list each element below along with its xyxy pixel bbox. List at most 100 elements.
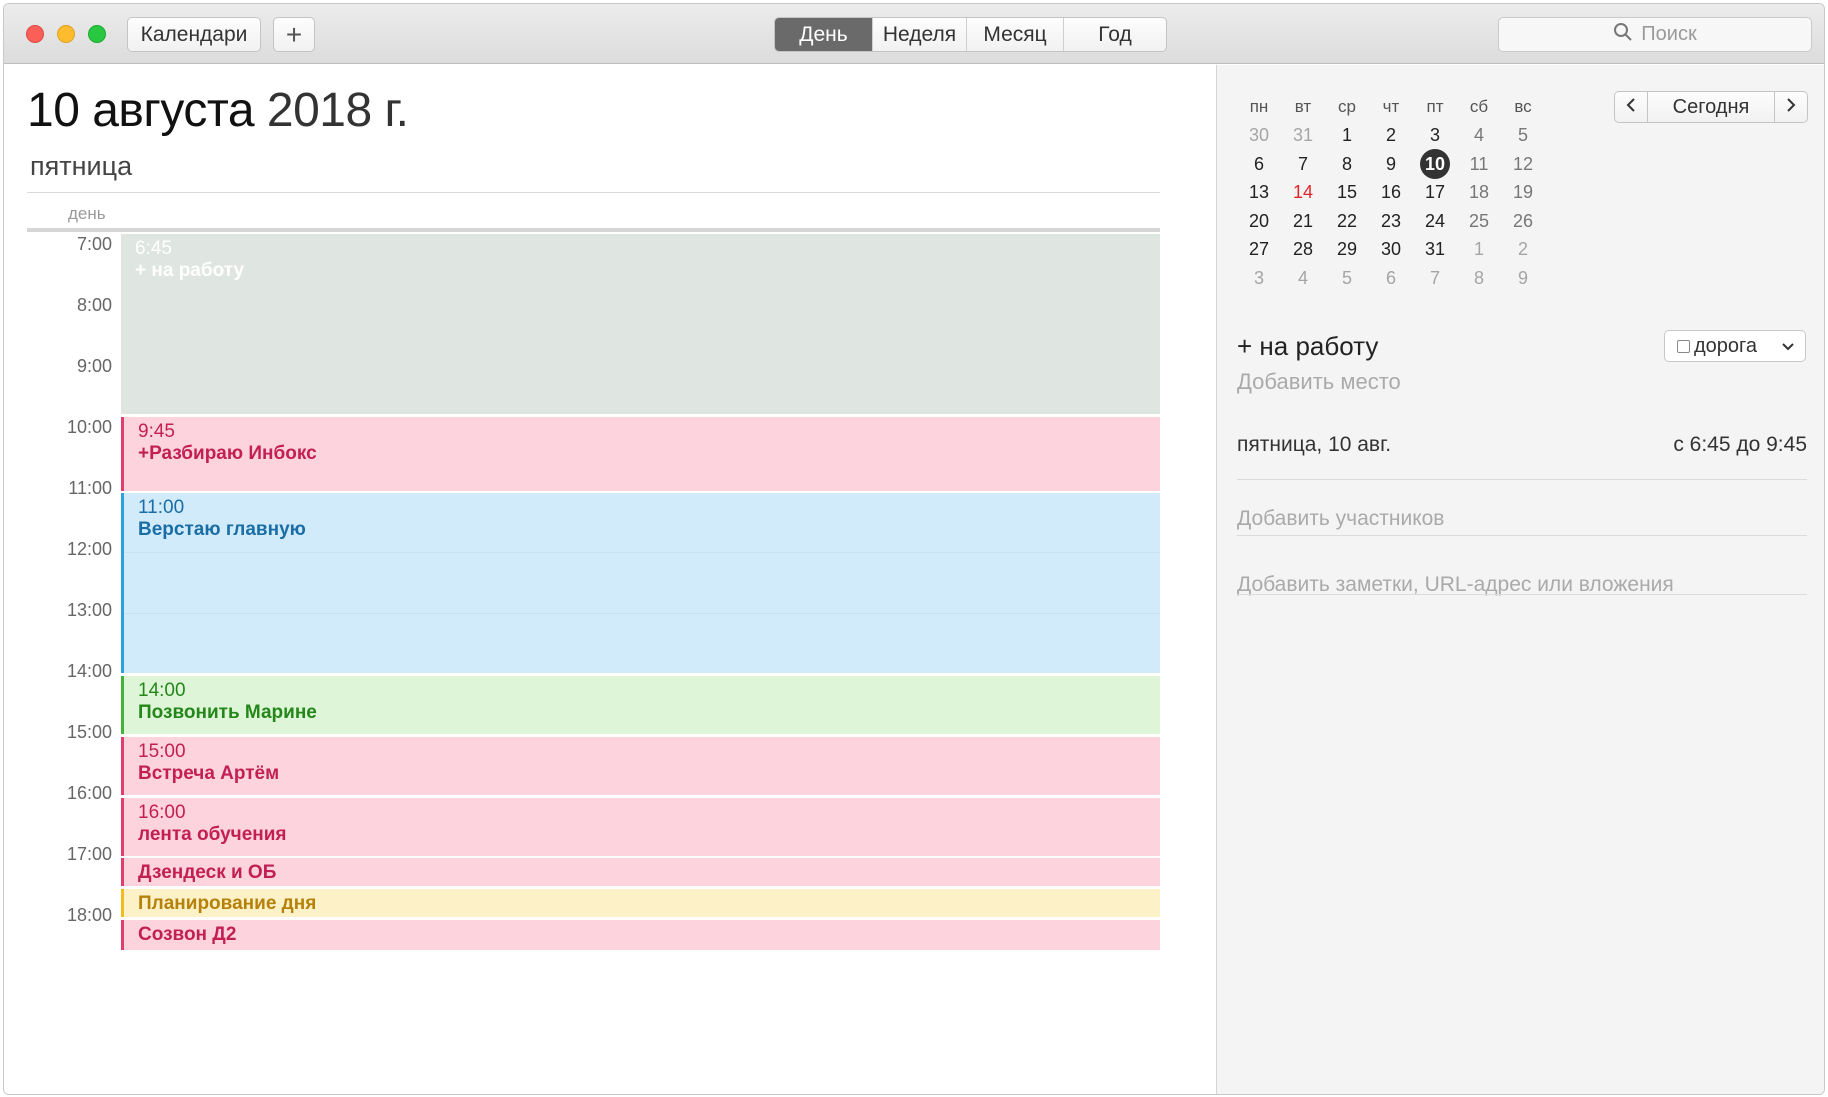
search-field[interactable]: Поиск <box>1498 17 1812 52</box>
mini-calendar-day[interactable]: 8 <box>1325 154 1369 175</box>
hour-gridline <box>124 613 1160 614</box>
mini-calendar-day[interactable]: 2 <box>1501 239 1545 260</box>
year-label: 2018 г. <box>266 84 409 137</box>
mini-calendar-day[interactable]: 7 <box>1413 268 1457 289</box>
close-window-button[interactable] <box>26 25 44 43</box>
mini-calendar-day[interactable]: 1 <box>1457 239 1501 260</box>
search-placeholder: Поиск <box>1641 23 1697 45</box>
mini-calendar-day[interactable]: 27 <box>1237 239 1281 260</box>
mini-calendar-day[interactable]: 16 <box>1369 182 1413 203</box>
mini-calendar-day-today[interactable]: 14 <box>1281 182 1325 203</box>
mini-calendar-day[interactable]: 24 <box>1413 211 1457 232</box>
calendars-button[interactable]: Календари <box>127 17 261 52</box>
event-name: Планирование дня <box>138 893 317 914</box>
mini-calendar-day-selected[interactable]: 10 <box>1413 149 1457 180</box>
tab-year[interactable]: Год <box>1063 18 1166 51</box>
mini-calendar-day[interactable]: 23 <box>1369 211 1413 232</box>
add-event-button[interactable]: + <box>273 17 315 52</box>
mini-calendar-day[interactable]: 9 <box>1369 154 1413 175</box>
mini-calendar-day[interactable]: 13 <box>1237 182 1281 203</box>
search-icon <box>1613 22 1641 48</box>
next-month-button[interactable] <box>1774 91 1808 123</box>
event-block[interactable]: 6:45 + на работу <box>121 234 1160 414</box>
mini-calendar-day[interactable]: 28 <box>1281 239 1325 260</box>
event-time: 15:00 <box>138 741 186 762</box>
mini-calendar-day[interactable]: 31 <box>1413 239 1457 260</box>
mini-calendar-day[interactable]: 8 <box>1457 268 1501 289</box>
mini-calendar-day[interactable]: 26 <box>1501 211 1545 232</box>
event-date[interactable]: пятница, 10 авг. <box>1237 433 1391 457</box>
tab-day[interactable]: День <box>775 18 872 51</box>
mini-calendar-day[interactable]: 29 <box>1325 239 1369 260</box>
mini-calendar-day[interactable]: 3 <box>1413 125 1457 146</box>
event-time: 11:00 <box>138 497 185 518</box>
event-title[interactable]: + на работу <box>1237 331 1378 362</box>
mini-calendar-day[interactable]: 22 <box>1325 211 1369 232</box>
calendar-selector[interactable]: дорога <box>1664 330 1806 362</box>
event-block[interactable]: 15:00 Встреча Артём <box>121 737 1160 795</box>
mini-calendar-day[interactable]: 17 <box>1413 182 1457 203</box>
weekday-header: сб <box>1469 97 1489 117</box>
hour-label: 12:00 <box>66 539 112 559</box>
mini-calendar-day[interactable]: 4 <box>1457 125 1501 146</box>
calendar-name: дорога <box>1694 334 1758 357</box>
today-button[interactable]: Сегодня <box>1647 91 1775 123</box>
hour-label: 18:00 <box>66 905 112 925</box>
header-divider <box>27 192 1160 193</box>
mini-calendar-day[interactable]: 1 <box>1325 125 1369 146</box>
mini-calendar-day[interactable]: 6 <box>1237 154 1281 175</box>
event-name: + на работу <box>135 260 245 281</box>
event-name: Дзендеск и ОБ <box>138 862 277 883</box>
mini-calendar-day[interactable]: 18 <box>1457 182 1501 203</box>
mini-calendar-day[interactable]: 4 <box>1281 268 1325 289</box>
event-block[interactable]: Планирование дня <box>121 889 1160 917</box>
event-time-range[interactable]: с 6:45 до 9:45 <box>1673 433 1807 457</box>
event-name: Позвонить Марине <box>138 702 317 723</box>
mini-calendar-day[interactable]: 11 <box>1457 154 1501 175</box>
hour-label: 17:00 <box>66 844 112 864</box>
event-name: +Разбираю Инбокс <box>138 443 317 464</box>
tab-week[interactable]: Неделя <box>872 18 966 51</box>
event-block[interactable]: Созвон Д2 <box>121 920 1160 950</box>
mini-calendar-day[interactable]: 31 <box>1281 125 1325 146</box>
mini-calendar-weekdays: пн вт ср чт пт сб вс <box>1237 93 1545 122</box>
mini-calendar-day[interactable]: 15 <box>1325 182 1369 203</box>
all-day-divider <box>27 228 1160 232</box>
mini-calendar-day[interactable]: 20 <box>1237 211 1281 232</box>
event-block[interactable]: 16:00 лента обучения <box>121 798 1160 856</box>
event-block[interactable]: 9:45 +Разбираю Инбокс <box>121 417 1160 491</box>
mini-calendar-day[interactable]: 30 <box>1237 125 1281 146</box>
add-participants-field[interactable]: Добавить участников <box>1237 507 1444 531</box>
calendar-window: Календари + День Неделя Месяц Год Поиск … <box>3 3 1825 1095</box>
event-block[interactable]: 14:00 Позвонить Марине <box>121 676 1160 734</box>
mini-calendar-day[interactable]: 3 <box>1237 268 1281 289</box>
add-location-field[interactable]: Добавить место <box>1237 369 1401 395</box>
weekday-header: чт <box>1382 97 1400 117</box>
mini-calendar-day[interactable]: 19 <box>1501 182 1545 203</box>
prev-month-button[interactable] <box>1614 91 1648 123</box>
inspector-pane: пн вт ср чт пт сб вс 30 31 1 2 3 4 5 6 7… <box>1217 65 1824 1094</box>
tab-month[interactable]: Месяц <box>966 18 1063 51</box>
mini-calendar-day[interactable]: 12 <box>1501 154 1545 175</box>
inspector-divider <box>1237 479 1807 480</box>
mini-calendar-day[interactable]: 5 <box>1325 268 1369 289</box>
weekday-header: вс <box>1514 97 1532 117</box>
mini-calendar-day[interactable]: 9 <box>1501 268 1545 289</box>
minimize-window-button[interactable] <box>57 25 75 43</box>
all-day-label: день <box>68 204 106 223</box>
page-title: 10 августа 2018 г. <box>27 83 409 138</box>
mini-calendar-day[interactable]: 7 <box>1281 154 1325 175</box>
event-block[interactable]: Дзендеск и ОБ <box>121 858 1160 886</box>
mini-calendar-day[interactable]: 30 <box>1369 239 1413 260</box>
mini-calendar-day[interactable]: 25 <box>1457 211 1501 232</box>
mini-calendar-day[interactable]: 6 <box>1369 268 1413 289</box>
mini-calendar-day[interactable]: 2 <box>1369 125 1413 146</box>
event-block[interactable]: 11:00 Верстаю главную <box>121 493 1160 673</box>
toolbar: Календари + День Неделя Месяц Год Поиск <box>4 4 1824 64</box>
zoom-window-button[interactable] <box>88 25 106 43</box>
mini-calendar-day[interactable]: 21 <box>1281 211 1325 232</box>
event-name: Встреча Артём <box>138 763 280 784</box>
mini-calendar-day[interactable]: 5 <box>1501 125 1545 146</box>
view-switcher: День Неделя Месяц Год <box>774 17 1167 52</box>
mini-calendar-week: 6 7 8 9 10 11 12 <box>1237 149 1545 180</box>
